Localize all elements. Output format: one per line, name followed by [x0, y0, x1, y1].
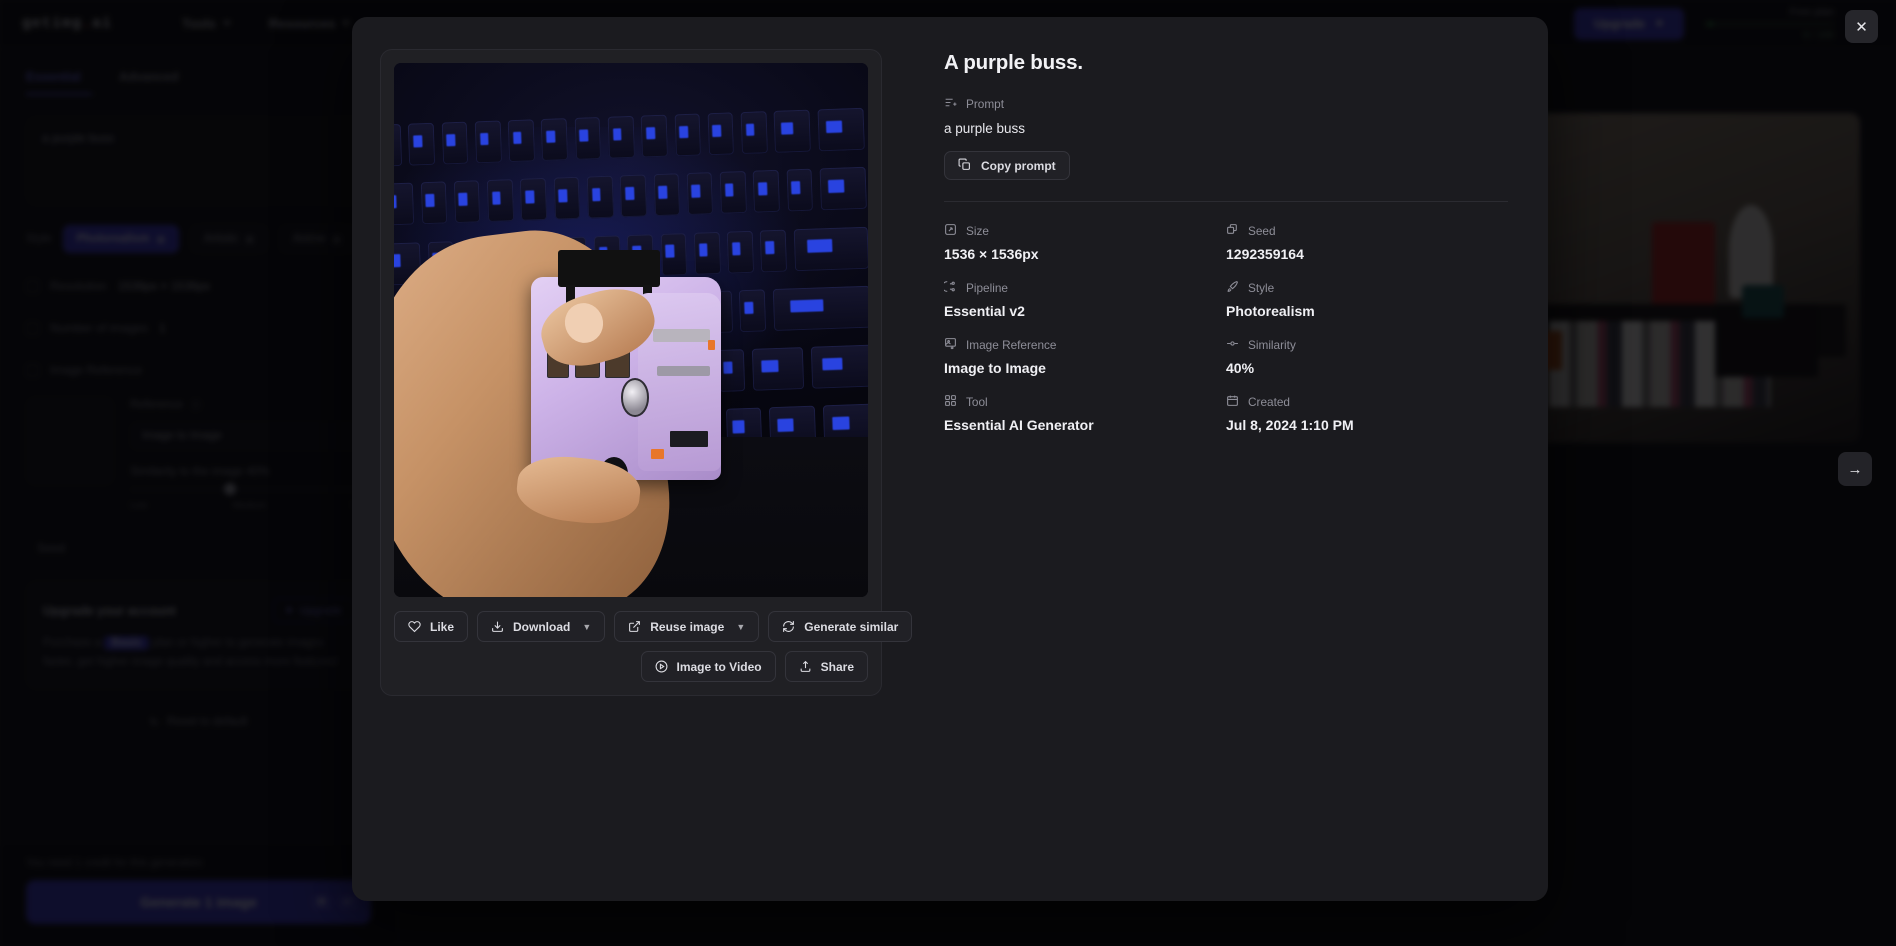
metadata-label: Pipeline	[966, 281, 1008, 295]
download-button-label: Download	[513, 619, 571, 634]
metadata-item-tool: Tool Essential AI Generator	[944, 394, 1226, 433]
metadata-label: Tool	[966, 395, 988, 409]
metadata-label-row: Created	[1226, 394, 1508, 410]
app-root: getimg.ai Tools Resources Upgrade ✦ F	[0, 0, 1896, 946]
next-image-button[interactable]: →	[1838, 452, 1872, 486]
image-to-video-button[interactable]: Image to Video	[640, 651, 776, 682]
reuse-image-button[interactable]: Reuse image ▼	[614, 611, 760, 642]
pipeline-icon	[941, 280, 957, 296]
divider	[944, 201, 1508, 202]
generated-image[interactable]	[394, 63, 868, 597]
metadata-label-row: Similarity	[1226, 337, 1508, 353]
metadata-item-pipeline: Pipeline Essential v2	[941, 280, 1226, 319]
refresh-icon	[782, 620, 795, 633]
metadata-label: Image Reference	[966, 338, 1057, 352]
prompt-text: a purple buss	[944, 121, 1026, 136]
share-button[interactable]: Share	[784, 651, 868, 682]
metadata-label-row: Tool	[944, 394, 1226, 410]
external-link-icon	[628, 620, 641, 633]
metadata-item-seed: Seed 1292359164	[1226, 223, 1508, 262]
metadata-label-row: Size	[944, 223, 1226, 239]
resize-icon	[944, 223, 957, 239]
metadata-label: Seed	[1248, 224, 1276, 238]
copy-icon	[958, 158, 971, 174]
metadata-label: Style	[1248, 281, 1275, 295]
download-button[interactable]: Download ▼	[477, 611, 606, 642]
metadata-label: Created	[1248, 395, 1290, 409]
close-modal-button[interactable]: ✕	[1845, 10, 1878, 43]
image-reference-icon	[944, 337, 957, 353]
action-row-secondary: Image to Video Share	[394, 651, 868, 682]
heart-icon	[408, 620, 421, 633]
copy-prompt-label: Copy prompt	[981, 158, 1056, 173]
prompt-label: Prompt	[966, 97, 1005, 111]
metadata-value: Image to Image	[944, 360, 1046, 376]
metadata-value: Essential v2	[944, 303, 1025, 319]
copy-prompt-button[interactable]: Copy prompt	[944, 151, 1070, 180]
generate-similar-button-label: Generate similar	[804, 619, 899, 634]
metadata-label-row: Seed	[1226, 223, 1508, 239]
grid-icon	[944, 394, 957, 410]
metadata-value: Jul 8, 2024 1:10 PM	[1226, 417, 1354, 433]
metadata-value: 1536 × 1536px	[944, 246, 1039, 262]
modal-details-panel: A purple buss. Prompt a purple buss Copy…	[910, 17, 1548, 901]
brush-icon	[1226, 280, 1239, 296]
calendar-icon	[1226, 394, 1239, 410]
metadata-label-row: Pipeline	[941, 280, 1226, 296]
metadata-value: 1292359164	[1226, 246, 1304, 262]
action-row-primary: Like Download ▼ Reuse image ▼ Generate s…	[394, 611, 913, 642]
slider-icon	[1226, 337, 1239, 353]
metadata-value: Photorealism	[1226, 303, 1315, 319]
modal-title: A purple buss.	[944, 51, 1083, 74]
download-icon	[491, 620, 504, 633]
metadata-label: Size	[966, 224, 989, 238]
reuse-image-button-label: Reuse image	[650, 619, 725, 634]
image-action-buttons: Like Download ▼ Reuse image ▼ Generate s…	[394, 611, 913, 682]
share-icon	[799, 660, 812, 673]
metadata-item-style: Style Photorealism	[1226, 280, 1508, 319]
metadata-item-created: Created Jul 8, 2024 1:10 PM	[1226, 394, 1508, 433]
metadata-label-row: Image Reference	[944, 337, 1226, 353]
generate-similar-button[interactable]: Generate similar	[768, 611, 913, 642]
metadata-item-size: Size 1536 × 1536px	[944, 223, 1226, 262]
chevron-down-icon: ▼	[736, 621, 746, 632]
modal-image-panel: Like Download ▼ Reuse image ▼ Generate s…	[352, 17, 913, 901]
chevron-down-icon: ▼	[582, 621, 592, 632]
like-button[interactable]: Like	[394, 611, 469, 642]
dice-icon	[1226, 223, 1239, 239]
metadata-grid: Size 1536 × 1536px Seed 1292359164 Pipel…	[941, 223, 1508, 433]
metadata-item-image-reference: Image Reference Image to Image	[944, 337, 1226, 376]
prompt-section-label: Prompt	[944, 96, 1508, 112]
prompt-icon	[944, 96, 957, 112]
metadata-item-similarity: Similarity 40%	[1226, 337, 1508, 376]
image-to-video-button-label: Image to Video	[676, 659, 762, 674]
share-button-label: Share	[820, 659, 854, 674]
metadata-label: Similarity	[1248, 338, 1296, 352]
metadata-value: Essential AI Generator	[944, 417, 1094, 433]
image-detail-modal: Like Download ▼ Reuse image ▼ Generate s…	[352, 17, 1548, 901]
like-button-label: Like	[430, 619, 455, 634]
metadata-value: 40%	[1226, 360, 1255, 376]
metadata-label-row: Style	[1226, 280, 1508, 296]
play-circle-icon	[655, 660, 668, 673]
image-card: Like Download ▼ Reuse image ▼ Generate s…	[380, 49, 913, 696]
